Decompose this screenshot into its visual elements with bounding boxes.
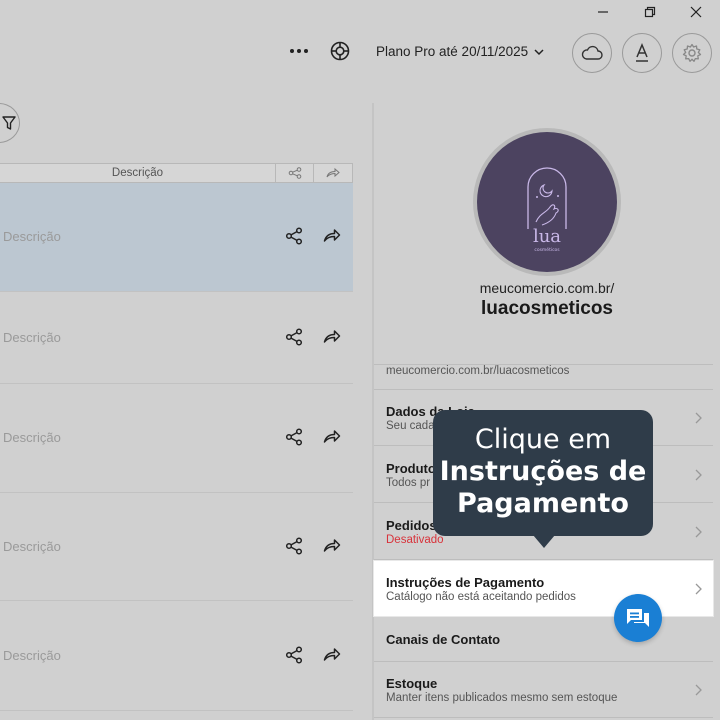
row-forward-button[interactable] [323, 428, 343, 448]
minimize-button[interactable] [590, 2, 616, 22]
row-description: Descrição [3, 430, 61, 445]
menu-item-subtitle: Catálogo não está aceitando pedidos [386, 591, 576, 603]
store-logo[interactable]: lua cosméticos [477, 132, 617, 272]
table-row[interactable]: Descrição [0, 384, 353, 493]
row-description: Descrição [3, 330, 61, 345]
row-description: Descrição [3, 648, 61, 663]
share-icon [285, 537, 303, 555]
tooltip-line-3: Pagamento [457, 488, 629, 519]
logo-subtext: cosméticos [534, 246, 560, 253]
share-icon [285, 227, 303, 245]
chevron-right-icon [695, 469, 702, 481]
store-full-url[interactable]: meucomercio.com.br/luacosmeticos [374, 364, 713, 390]
chevron-right-icon [695, 412, 702, 424]
menu-item-subtitle: Seu cada [386, 420, 435, 432]
filter-button[interactable] [0, 103, 20, 143]
menu-item-subtitle: Manter itens publicados mesmo sem estoqu… [386, 692, 618, 704]
forward-icon [323, 430, 341, 443]
row-share-button[interactable] [285, 328, 305, 348]
more-icon [290, 49, 294, 53]
onboarding-tooltip: Clique em Instruções de Pagamento [433, 410, 653, 548]
share-icon [285, 428, 303, 446]
row-share-button[interactable] [285, 428, 305, 448]
menu-item-subtitle: Todos pr [386, 477, 431, 489]
row-forward-button[interactable] [323, 646, 343, 666]
minimize-icon [598, 11, 608, 13]
menu-item-status: Desativado [386, 534, 444, 546]
row-share-button[interactable] [285, 227, 305, 247]
plan-dropdown[interactable]: Plano Pro até 20/11/2025 [376, 44, 544, 59]
menu-item-canais-de-contato[interactable]: Canais de Contato [374, 616, 713, 662]
table-row[interactable]: Descrição [0, 183, 353, 292]
store-name: luacosmeticos [481, 298, 613, 319]
table-row[interactable]: Descrição [0, 601, 353, 711]
menu-item-instrucoes-de-pagamento[interactable]: Instruções de Pagamento Catálogo não est… [374, 561, 713, 616]
row-description: Descrição [3, 229, 61, 244]
more-options-button[interactable] [286, 38, 312, 64]
share-icon [285, 646, 303, 664]
column-header-description: Descrição [0, 164, 276, 182]
close-icon [690, 6, 702, 18]
font-button[interactable] [622, 33, 662, 73]
menu-item-title: Pedidos [386, 518, 437, 533]
help-icon [330, 41, 350, 61]
cloud-icon [581, 45, 603, 60]
table-row[interactable]: Descrição [0, 493, 353, 601]
plan-label: Plano Pro até 20/11/2025 [376, 44, 529, 59]
chat-icon [627, 609, 649, 627]
restore-button[interactable] [637, 2, 663, 22]
tooltip-line-1: Clique em [474, 424, 612, 455]
menu-item-estoque[interactable]: Estoque Manter itens publicados mesmo se… [374, 662, 713, 718]
forward-icon [323, 648, 341, 661]
row-forward-button[interactable] [323, 328, 343, 348]
menu-item-title: Estoque [386, 676, 438, 691]
store-full-url-text: meucomercio.com.br/luacosmeticos [386, 365, 570, 377]
chevron-right-icon [695, 684, 702, 696]
font-icon [636, 43, 648, 62]
forward-icon [326, 167, 340, 178]
gear-icon [682, 43, 702, 62]
chevron-right-icon [695, 583, 702, 595]
share-icon [288, 167, 301, 179]
forward-icon [323, 330, 341, 343]
chevron-right-icon [695, 526, 702, 538]
share-icon [285, 328, 303, 346]
forward-icon [323, 539, 341, 552]
table-header: Descrição [0, 163, 353, 183]
column-header-share[interactable] [276, 164, 314, 182]
row-description: Descrição [3, 539, 61, 554]
row-forward-button[interactable] [323, 537, 343, 557]
row-share-button[interactable] [285, 537, 305, 557]
settings-button[interactable] [672, 33, 712, 73]
table-row[interactable]: Descrição [0, 292, 353, 384]
menu-item-title: Instruções de Pagamento [386, 575, 545, 590]
store-url-prefix: meucomercio.com.br/ [479, 280, 615, 296]
column-header-forward[interactable] [314, 164, 352, 182]
cloud-button[interactable] [572, 33, 612, 73]
restore-icon [644, 6, 656, 18]
tooltip-line-2: Instruções de [439, 456, 647, 487]
logo-text: lua [533, 226, 561, 247]
row-share-button[interactable] [285, 646, 305, 666]
help-button[interactable] [329, 40, 351, 62]
store-logo-image: lua cosméticos [527, 167, 567, 253]
forward-icon [323, 229, 341, 242]
chat-support-button[interactable] [614, 594, 662, 642]
menu-item-title: Canais de Contato [386, 632, 501, 647]
close-button[interactable] [683, 2, 709, 22]
filter-icon [2, 116, 16, 130]
row-forward-button[interactable] [323, 227, 343, 247]
chevron-down-icon [534, 48, 544, 55]
